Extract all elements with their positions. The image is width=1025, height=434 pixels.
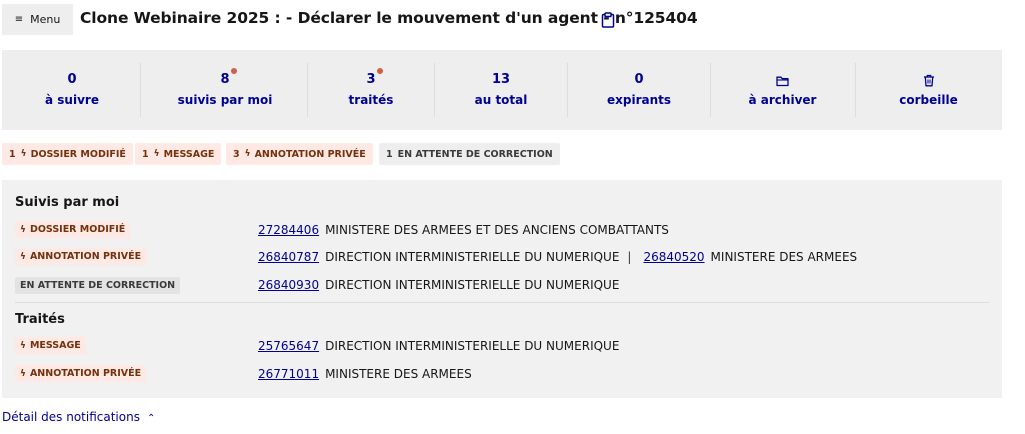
dossier-link[interactable]: 26840930	[258, 278, 319, 292]
folder-icon	[776, 76, 789, 87]
menu-button[interactable]: ≡ Menu	[2, 4, 73, 35]
stats-bar: 0 à suivre 8 suivis par moi 3 traités 13…	[2, 50, 1002, 130]
stat-corbeille[interactable]: corbeille	[855, 50, 1002, 130]
section-title-suivis: Suivis par moi	[15, 195, 120, 210]
stat-value: 8	[220, 68, 237, 88]
trash-icon	[923, 74, 934, 87]
stat-label: suivis par moi	[177, 93, 273, 107]
dossier-link[interactable]: 27284406	[258, 223, 319, 237]
stat-label: au total	[474, 93, 528, 107]
stat-label: corbeille	[899, 93, 958, 107]
notification-row: 27284406 MINISTERE DES ARMEES ET DES ANCI…	[258, 223, 669, 237]
tag-en-attente-de-correction: EN ATTENTE DE CORRECTION	[15, 277, 181, 294]
stat-value: 13	[491, 72, 511, 87]
badge-count: 3	[233, 148, 240, 160]
stat-traites[interactable]: 3 traités	[308, 50, 434, 130]
tag-message: ϟ MESSAGE	[15, 337, 86, 354]
divider	[140, 63, 141, 117]
stat-value: 0	[634, 72, 644, 87]
chevron-up-icon: ⌃	[146, 413, 156, 424]
detail-label: Détail des notifications	[2, 410, 140, 424]
badge-en-attente-de-correction: 1 EN ATTENTE DE CORRECTION	[379, 143, 560, 165]
badge-count: 1	[386, 148, 393, 160]
badge-dossier-modifie: 1 ϟ DOSSIER MODIFIÉ	[2, 143, 133, 165]
organisation-name: DIRECTION INTERMINISTERIELLE DU NUMERIQU…	[325, 339, 620, 353]
menu-label: Menu	[30, 13, 61, 26]
notification-row: 25765647 DIRECTION INTERMINISTERIELLE DU …	[258, 339, 619, 353]
stat-label: traités	[348, 93, 394, 107]
stat-label: à archiver	[748, 93, 817, 107]
badge-count: 1	[9, 148, 16, 160]
dossier-link[interactable]: 26840787	[258, 250, 319, 264]
lightning-icon: ϟ	[244, 149, 251, 159]
organisation-name: DIRECTION INTERMINISTERIELLE DU NUMERIQU…	[325, 278, 620, 292]
badge-count: 1	[142, 148, 149, 160]
badge-label: MESSAGE	[163, 148, 215, 160]
badge-message: 1 ϟ MESSAGE	[135, 143, 222, 165]
organisation-name: MINISTERE DES ARMEES	[710, 250, 858, 264]
stat-au-total[interactable]: 13 au total	[434, 50, 568, 130]
stat-expirants[interactable]: 0 expirants	[568, 50, 710, 130]
notifications-panel: Suivis par moi ϟ DOSSIER MODIFIÉ 27284406…	[2, 180, 1002, 398]
section-title-traites: Traités	[15, 312, 65, 327]
notification-dot	[376, 68, 383, 74]
organisation-name: MINISTERE DES ARMEES	[325, 367, 472, 381]
lightning-icon: ϟ	[20, 251, 26, 262]
lightning-icon: ϟ	[153, 149, 160, 159]
lightning-icon: ϟ	[20, 340, 26, 351]
stat-label: à suivre	[45, 93, 99, 107]
lightning-icon: ϟ	[20, 224, 26, 235]
badge-label: DOSSIER MODIFIÉ	[30, 148, 126, 160]
badge-label: ANNOTATION PRIVÉE	[254, 148, 366, 160]
stat-suivis-par-moi[interactable]: 8 suivis par moi	[142, 50, 308, 130]
dossier-link[interactable]: 25765647	[258, 339, 319, 353]
tag-annotation-privee: ϟ ANNOTATION PRIVÉE	[15, 248, 147, 265]
notification-row: 26840930 DIRECTION INTERMINISTERIELLE DU …	[258, 278, 619, 292]
clipboard-icon[interactable]	[601, 12, 615, 28]
stat-a-archiver[interactable]: à archiver	[710, 50, 855, 130]
organisation-name: DIRECTION INTERMINISTERIELLE DU NUMERIQU…	[325, 250, 620, 264]
organisation-name: MINISTERE DES ARMEES ET DES ANCIENS COMB…	[325, 223, 669, 237]
tag-dossier-modifie: ϟ DOSSIER MODIFIÉ	[15, 221, 131, 238]
dossier-link[interactable]: 26771011	[258, 367, 319, 381]
lightning-icon: ϟ	[20, 149, 27, 159]
separator: |	[627, 250, 632, 264]
dossier-link[interactable]: 26840520	[643, 250, 704, 264]
badge-label: EN ATTENTE DE CORRECTION	[397, 148, 553, 160]
notifications-detail-toggle[interactable]: Détail des notifications ⌃	[2, 410, 155, 424]
stat-a-suivre[interactable]: 0 à suivre	[2, 50, 142, 130]
stat-value: 3	[366, 68, 383, 88]
notification-dot	[230, 68, 237, 74]
notification-row: 26840787 DIRECTION INTERMINISTERIELLE DU …	[258, 250, 857, 264]
stat-value: 0	[67, 72, 77, 87]
section-divider	[15, 302, 989, 303]
tag-annotation-privee: ϟ ANNOTATION PRIVÉE	[15, 365, 147, 382]
lightning-icon: ϟ	[20, 368, 26, 379]
badge-annotation-privee: 3 ϟ ANNOTATION PRIVÉE	[226, 143, 373, 165]
stat-label: expirants	[606, 93, 672, 107]
notification-row: 26771011 MINISTERE DES ARMEES	[258, 367, 472, 381]
menu-icon: ≡	[14, 13, 24, 25]
